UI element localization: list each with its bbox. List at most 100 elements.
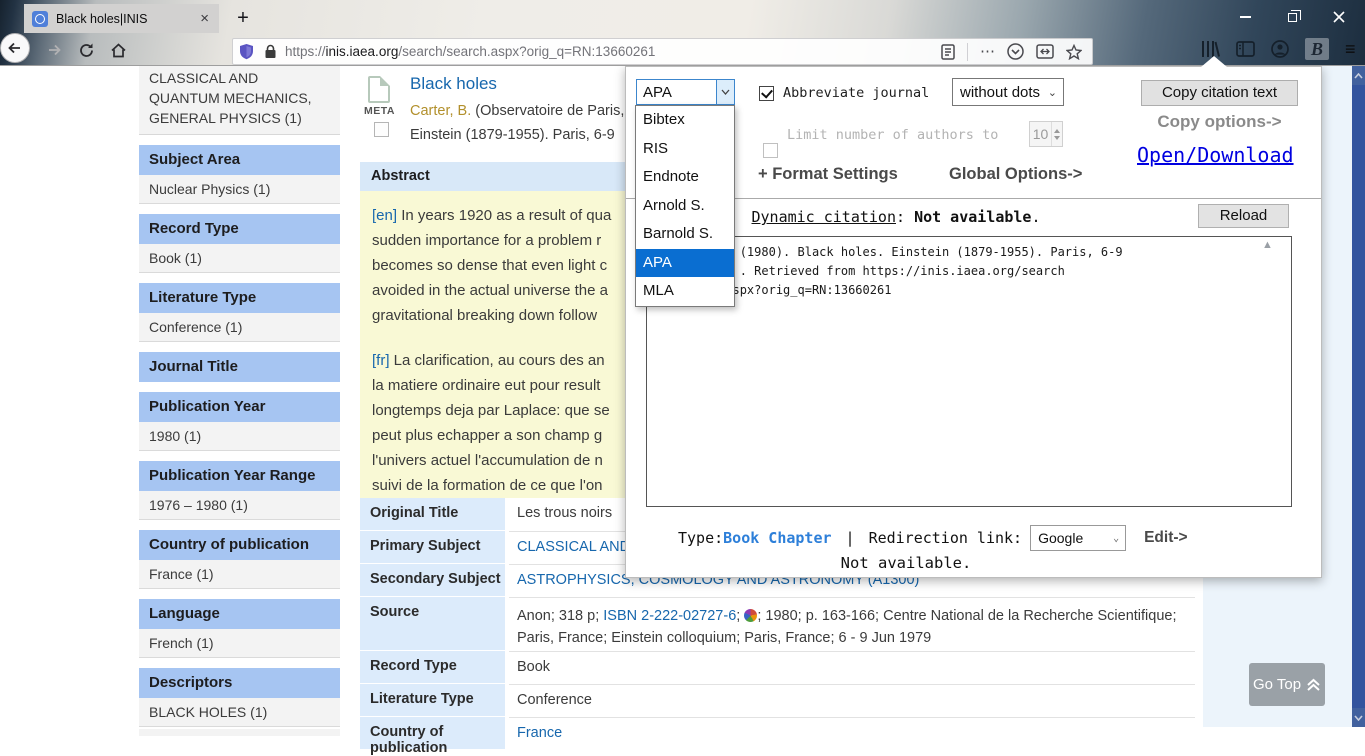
author-link[interactable]: Carter, B. [410,103,471,119]
format-settings-link[interactable]: + Format Settings [758,165,898,184]
format-option-endnote[interactable]: Endnote [636,163,734,192]
textarea-scroll-up-icon[interactable]: ▲ [1262,239,1273,251]
limit-authors-input[interactable]: 10 [1029,121,1063,147]
redirect-select[interactable]: Google ⌄ [1030,525,1126,551]
copy-options-link[interactable]: Copy options-> [1141,112,1298,132]
type-redirect-row: Type: Book Chapter | Redirection link: G… [678,525,1188,551]
facet-item[interactable]: BLACK HOLES (1) [139,698,340,727]
type-value-link[interactable]: Book Chapter [723,529,831,547]
url-text: https://inis.iaea.org/search/search.aspx… [285,44,941,59]
facet-item[interactable]: Conference (1) [139,313,340,342]
citation-format-select[interactable]: APA [636,79,735,105]
tab-favicon-icon [32,11,48,27]
page-actions-icon[interactable]: ⋯ [980,47,995,57]
record-checkbox[interactable] [374,122,389,137]
format-option-ris[interactable]: RIS [636,135,734,164]
abbreviate-journal-checkbox[interactable] [759,86,774,101]
popup-arrow-notch [1201,56,1227,67]
facet-header: Language [139,599,340,629]
facet-group-publication-year-range: Publication Year Range 1976 – 1980 (1) [139,461,340,520]
facet-item-partial-next [139,729,340,736]
format-option-apa-selected[interactable]: APA [636,249,734,278]
facet-header: Journal Title [139,352,340,382]
facet-item-partial[interactable]: CLASSICAL AND QUANTUM MECHANICS, GENERAL… [139,66,340,135]
page-scrollbar[interactable] [1352,66,1365,727]
copy-citation-button[interactable]: Copy citation text [1141,80,1298,106]
format-option-barnold[interactable]: Barnold S. [636,220,734,249]
field-row-literature-type: Literature Type Conference [360,684,1195,717]
pocket-icon[interactable] [1007,43,1024,60]
citation-textarea[interactable]: Carter, B. (1980). Black holes. Einstein… [646,236,1292,507]
field-row-record-type: Record Type Book [360,651,1195,684]
format-option-bibtex[interactable]: Bibtex [636,106,734,135]
new-tab-button[interactable]: + [231,7,255,30]
facet-item[interactable]: French (1) [139,629,340,658]
dynamic-citation-link[interactable]: Dynamic citation [752,208,897,226]
reload-button[interactable] [74,38,98,62]
reload-citation-button[interactable]: Reload [1198,204,1289,228]
url-bar[interactable]: https://inis.iaea.org/search/search.aspx… [232,38,1093,65]
sidebar-toggle-icon[interactable] [1236,41,1255,57]
facet-group-subject-area: Subject Area Nuclear Physics (1) [139,145,340,204]
reader-mode-icon[interactable] [941,44,955,60]
facet-item[interactable]: 1980 (1) [139,422,340,451]
window-restore-button[interactable] [1277,8,1307,26]
browser-tab[interactable]: Black holes|INIS × [24,4,219,33]
country-link[interactable]: France [509,717,1195,750]
citation-format-dropdown: Bibtex RIS Endnote Arnold S. Barnold S. … [635,105,735,307]
citation-popup: APA Bibtex RIS Endnote Arnold S. Barnold… [625,66,1322,578]
record-title-link[interactable]: Black holes [410,74,497,94]
limit-authors-checkbox[interactable] [763,143,778,158]
urlbar-divider [967,43,968,61]
lock-icon [264,44,277,59]
facet-header: Literature Type [139,283,340,313]
facet-group-literature-type: Literature Type Conference (1) [139,283,340,342]
forward-button[interactable] [42,38,66,62]
isbn-link[interactable]: ISBN 2-222-02727-6 [603,608,736,624]
without-dots-select[interactable]: without dots ⌄ [952,78,1064,106]
tracking-shield-icon[interactable] [239,43,254,60]
facet-item[interactable]: Nuclear Physics (1) [139,175,340,204]
format-option-arnold[interactable]: Arnold S. [636,192,734,221]
bookmark-star-icon[interactable] [1066,44,1082,60]
record-subtitle-line: Einstein (1879-1955). Paris, 6-9 [410,127,615,143]
edit-link[interactable]: Edit-> [1144,529,1188,547]
facet-group-descriptors: Descriptors BLACK HOLES (1) [139,668,340,736]
facet-group-record-type: Record Type Book (1) [139,214,340,273]
worldcat-icon[interactable] [744,609,757,622]
chevron-down-icon: ⌄ [1113,533,1125,544]
redirect-status-text: Not available. [626,554,1186,572]
menu-icon[interactable]: ≡ [1345,39,1356,60]
navigation-toolbar: https://inis.iaea.org/search/search.aspx… [0,33,1365,66]
open-download-link[interactable]: Open/Download [1137,143,1294,167]
scroll-up-arrow[interactable] [1352,66,1365,85]
chevron-down-icon [716,80,734,104]
home-button[interactable] [106,38,130,62]
number-spinner[interactable] [1051,122,1062,146]
double-chevron-up-icon [1306,678,1321,692]
facet-item[interactable]: Book (1) [139,244,340,273]
document-icon [368,76,390,103]
facet-group-journal-title: Journal Title [139,352,340,382]
field-row-country: Country of publication France [360,717,1195,750]
facet-header: Country of publication [139,530,340,560]
tab-close-icon[interactable]: × [198,10,211,27]
meta-badge: META [364,105,395,117]
format-option-mla[interactable]: MLA [636,277,734,306]
facet-header: Publication Year [139,392,340,422]
container-icon[interactable] [1036,44,1054,59]
citation-extension-icon[interactable]: B [1305,38,1329,60]
back-button[interactable] [0,33,30,63]
facet-item[interactable]: 1976 – 1980 (1) [139,491,340,520]
facet-group-country: Country of publication France (1) [139,530,340,589]
window-minimize-button[interactable] [1230,8,1260,26]
record-author-line: Carter, B. (Observatoire de Paris, [410,103,624,119]
global-options-link[interactable]: Global Options-> [949,165,1082,184]
go-top-button[interactable]: Go Top [1249,663,1325,706]
tab-title: Black holes|INIS [56,12,198,26]
account-icon[interactable] [1271,40,1289,58]
facet-group-publication-year: Publication Year 1980 (1) [139,392,340,451]
window-close-button[interactable] [1324,8,1354,26]
facet-item[interactable]: France (1) [139,560,340,589]
scroll-down-arrow[interactable] [1352,708,1365,727]
